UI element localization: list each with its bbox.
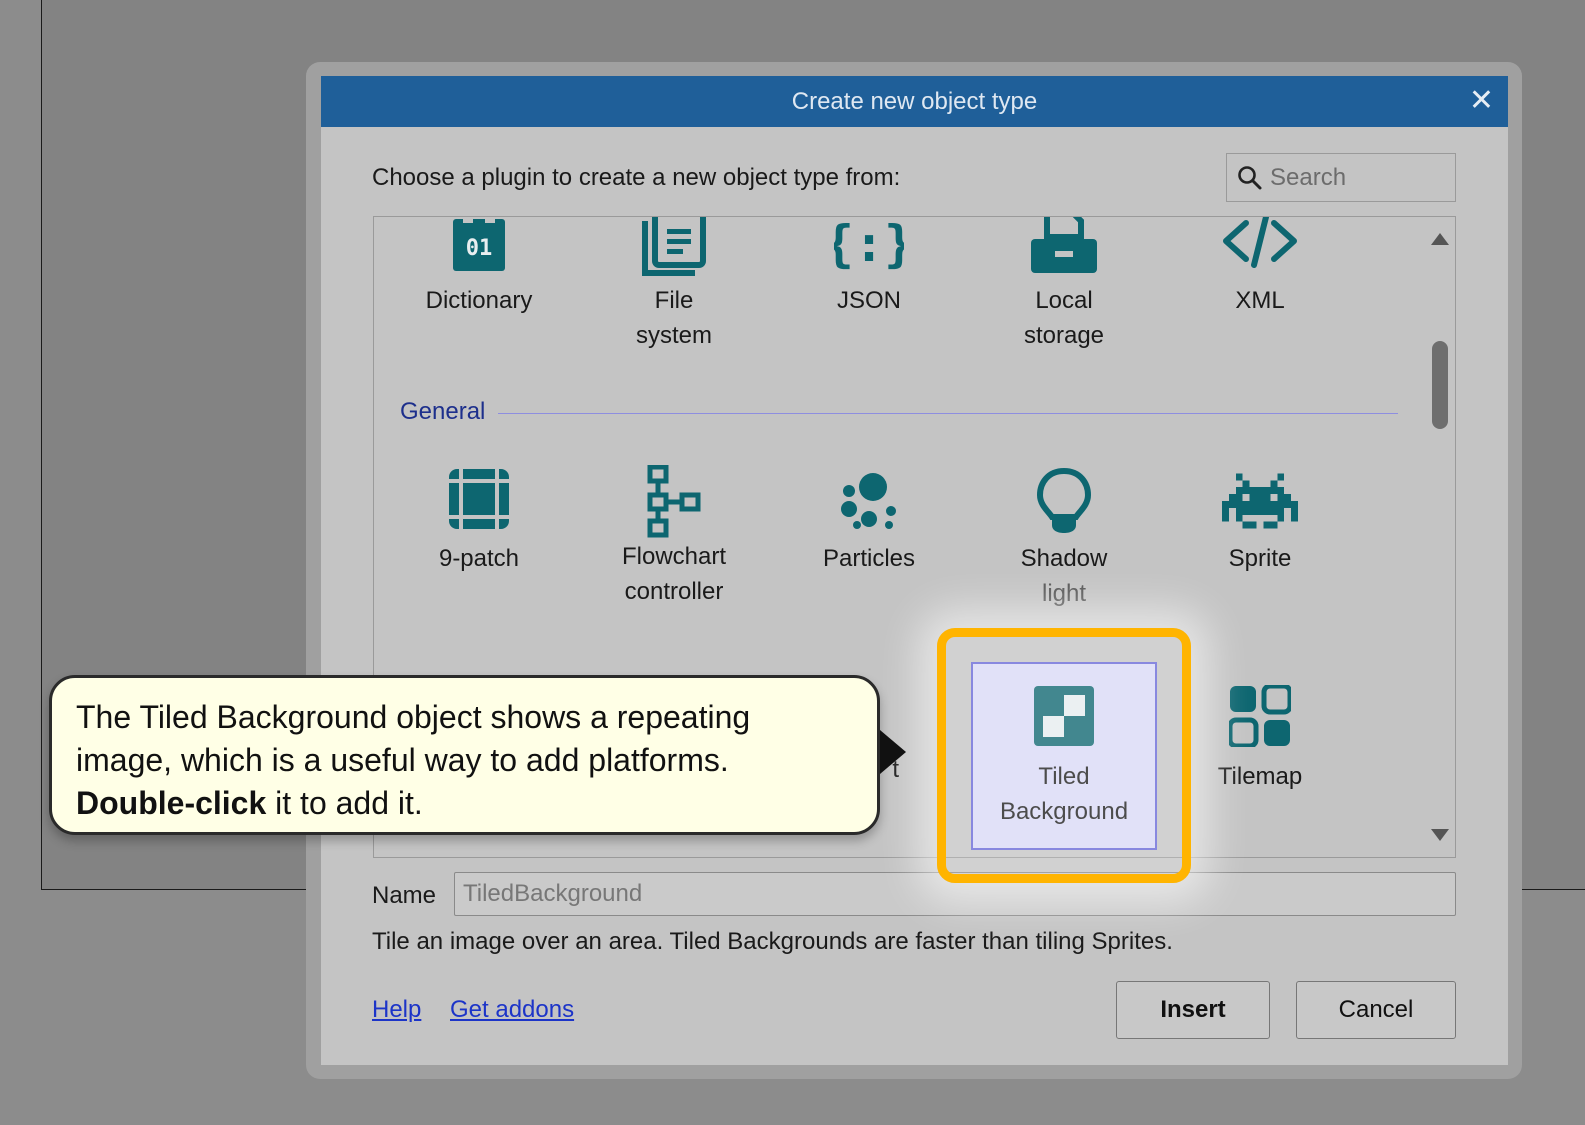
plugin-file-system[interactable]: File system: [584, 217, 764, 353]
tooltip-rest: it to add it.: [266, 785, 423, 821]
plugin-label: light: [1041, 580, 1087, 607]
create-object-dialog: Create new object type ✕ Choose a plugin…: [321, 76, 1508, 1065]
svg-text:{:}: {:}: [834, 216, 904, 273]
plugin-label: system: [635, 322, 712, 349]
plugin-particles[interactable]: Particles: [779, 471, 959, 576]
insert-button[interactable]: Insert: [1116, 981, 1270, 1039]
plugin-tilemap[interactable]: Tilemap: [1170, 685, 1350, 794]
help-link[interactable]: Help: [372, 996, 421, 1024]
plugin-label: XML: [1235, 287, 1285, 314]
tooltip-text: The Tiled Background object shows a repe…: [76, 699, 751, 778]
tooltip-bold: Double-click: [76, 785, 267, 821]
tutorial-highlight-frame: [937, 628, 1191, 883]
plugin-label: File: [654, 287, 694, 314]
plugin-label: 9-patch: [438, 545, 520, 572]
tutorial-tooltip: The Tiled Background object shows a repe…: [49, 675, 880, 835]
svg-text:01: 01: [466, 236, 493, 261]
cancel-button[interactable]: Cancel: [1296, 981, 1456, 1039]
dialog-title: Create new object type: [791, 88, 1038, 115]
plugin-label: Sprite: [1228, 545, 1292, 572]
plugin-label: Shadow: [1020, 545, 1108, 572]
plugin-label: Flowchart: [621, 543, 727, 570]
get-addons-link[interactable]: Get addons: [450, 996, 574, 1024]
plugin-description: Tile an image over an area. Tiled Backgr…: [372, 928, 1173, 955]
plugin-label: Particles: [822, 545, 916, 572]
dictionary-icon: 01: [453, 217, 505, 271]
scroll-up-arrow[interactable]: [1431, 233, 1449, 245]
name-label: Name: [372, 882, 437, 909]
search-icon: [1238, 166, 1262, 190]
nine-patch-icon: [447, 467, 511, 531]
plugin-dictionary[interactable]: 01 Dictionary: [389, 217, 569, 318]
sprite-icon: [1222, 473, 1298, 529]
plugin-shadow-light[interactable]: Shadow light: [974, 467, 1154, 611]
plugin-label: JSON: [836, 287, 901, 314]
plugin-flowchart-controller[interactable]: Flowchart controller: [584, 465, 764, 609]
dialog-prompt: Choose a plugin to create a new object t…: [372, 164, 901, 191]
file-system-icon: [642, 217, 706, 276]
search-box[interactable]: [1226, 153, 1456, 202]
shadow-light-icon: [1036, 467, 1092, 533]
plugin-local-storage[interactable]: Local storage: [974, 217, 1154, 353]
plugin-label: Dictionary: [425, 287, 533, 314]
scroll-down-arrow[interactable]: [1431, 829, 1449, 841]
section-divider: [498, 413, 1398, 414]
scrollbar-thumb[interactable]: [1432, 341, 1448, 429]
close-icon[interactable]: ✕: [1469, 76, 1494, 127]
plugin-9-patch[interactable]: 9-patch: [389, 467, 569, 576]
particles-icon: [841, 473, 896, 529]
json-icon: {:}: [834, 216, 904, 273]
section-general-label: General: [400, 398, 486, 425]
plugin-label: storage: [1023, 322, 1105, 349]
search-input[interactable]: [1268, 160, 1452, 196]
plugin-json[interactable]: {:} JSON: [779, 216, 959, 318]
flowchart-icon: [647, 465, 701, 538]
plugin-label: Tilemap: [1217, 763, 1303, 790]
plugin-label: Local: [1035, 287, 1093, 314]
plugin-xml[interactable]: XML: [1170, 217, 1350, 318]
tilemap-icon: [1229, 685, 1291, 747]
dialog-titlebar: Create new object type ✕: [321, 76, 1508, 127]
local-storage-icon: [1031, 217, 1097, 273]
plugin-label: controller: [624, 578, 724, 605]
plugin-sprite[interactable]: Sprite: [1170, 473, 1350, 576]
xml-icon: [1223, 217, 1297, 268]
tooltip-arrow: [880, 730, 906, 774]
